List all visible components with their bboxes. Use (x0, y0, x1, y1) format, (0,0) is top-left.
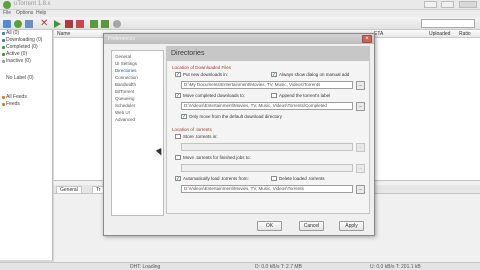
only-move-default-label: Only move from the default download dire… (189, 114, 283, 119)
panel-title: Directories (171, 50, 205, 57)
category-icon (2, 32, 5, 35)
upload-status: U: 0.0 kB/s T: 201.1 kB (370, 264, 421, 270)
category-ui-settings[interactable]: UI Settings (115, 61, 137, 66)
panel-header: Directories (167, 47, 369, 61)
category-icon (2, 53, 5, 56)
cancel-button[interactable]: Cancel (299, 221, 324, 231)
delete-loaded-label: Delete loaded .torrents (279, 176, 325, 181)
store-torrents-browse-button[interactable]: ... (356, 143, 365, 152)
menu-bar: File Options Help (0, 10, 480, 17)
sidebar-item-active[interactable]: Active (0) (6, 51, 27, 57)
store-torrents-path-input[interactable] (181, 143, 353, 151)
minimize-button[interactable] (424, 1, 437, 8)
column-ratio[interactable]: Ratio (459, 31, 471, 37)
move-completed-label: Move completed downloads to: (183, 93, 246, 98)
delete-loaded-checkbox[interactable] (271, 176, 277, 181)
column-uploaded[interactable]: Uploaded (429, 31, 450, 37)
sidebar-item-completed[interactable]: Completed (0) (6, 44, 38, 50)
download-status: D: 0.0 kB/s T: 2.7 MB (255, 264, 302, 270)
append-label-checkbox[interactable] (271, 93, 277, 98)
move-finished-label: Move .torrents for finished jobs to: (183, 155, 251, 160)
directories-panel: Directories Location of Downloaded Files… (166, 46, 370, 214)
column-eta[interactable]: ETA (374, 31, 383, 37)
move-finished-path-input[interactable] (181, 164, 353, 172)
rss-icon (2, 103, 5, 106)
downloaded-files-group-title: Location of Downloaded Files (172, 65, 232, 70)
add-torrent-icon[interactable] (3, 20, 11, 28)
category-advanced[interactable]: Advanced (115, 117, 135, 122)
stop-icon[interactable] (76, 20, 84, 28)
sidebar-item-all[interactable]: All (0) (6, 30, 19, 36)
category-scheduler[interactable]: Scheduler (115, 103, 135, 108)
dht-status: DHT: Loading (130, 264, 161, 270)
gear-icon[interactable] (113, 20, 121, 28)
menu-help[interactable]: Help (36, 10, 46, 16)
pause-icon[interactable] (65, 20, 73, 28)
apply-button[interactable]: Apply (339, 221, 364, 231)
autoload-label: Automatically load .torrents from: (183, 176, 249, 181)
add-url-icon[interactable] (14, 20, 22, 28)
tab-general[interactable]: General (56, 186, 82, 194)
store-torrents-checkbox[interactable] (175, 134, 181, 139)
status-bar: DHT: Loading D: 0.0 kB/s T: 2.7 MB U: 0.… (0, 262, 480, 270)
new-downloads-label: Put new downloads in: (183, 72, 229, 77)
create-torrent-icon[interactable] (25, 20, 33, 28)
move-finished-browse-button[interactable]: ... (356, 164, 365, 173)
sidebar-item-no-label[interactable]: No Label (0) (6, 75, 34, 81)
preferences-dialog: Preferences × General UI Settings Direct… (103, 33, 375, 236)
window-title: uTorrent 1.8.x (14, 1, 51, 7)
remove-icon[interactable]: ✕ (40, 19, 48, 29)
autoload-browse-button[interactable]: ... (356, 185, 365, 194)
torrents-group-title: Location of .torrents (172, 127, 212, 132)
always-show-checkbox[interactable]: ✓ (271, 72, 277, 78)
ok-button[interactable]: OK (257, 221, 282, 231)
autoload-path-input[interactable]: D:\Videos\Entertainment\Movies, TV, Musi… (181, 185, 353, 193)
always-show-label: Always show dialog on manual add (279, 72, 350, 77)
move-finished-checkbox[interactable] (175, 155, 181, 160)
only-move-default-checkbox[interactable]: ✓ (181, 114, 187, 120)
move-completed-path-input[interactable]: D:\Videos\Entertainment\Movies, TV, Musi… (181, 102, 353, 110)
category-connection[interactable]: Connection (115, 75, 138, 80)
category-icon (2, 39, 5, 42)
new-downloads-path-input[interactable]: D:\My Documents\Entertainment\Movies, TV… (181, 81, 353, 89)
category-list: General UI Settings Directories Connecti… (111, 50, 164, 216)
new-downloads-browse-button[interactable]: ... (356, 81, 365, 90)
sidebar-item-feeds[interactable]: Feeds (6, 101, 20, 107)
toolbar: ✕ (0, 17, 480, 30)
search-input[interactable] (421, 19, 475, 28)
move-up-icon[interactable] (90, 20, 98, 28)
category-icon (2, 60, 5, 63)
move-completed-checkbox[interactable]: ✓ (175, 93, 181, 99)
dialog-title-bar: Preferences × (104, 34, 374, 44)
move-down-icon[interactable] (101, 20, 109, 28)
sidebar-item-inactive[interactable]: Inactive (0) (6, 58, 31, 64)
sidebar-item-downloading[interactable]: Downloading (0) (6, 37, 42, 43)
category-bandwidth[interactable]: Bandwidth (115, 82, 136, 87)
move-completed-browse-button[interactable]: ... (356, 102, 365, 111)
dialog-title: Preferences (108, 36, 135, 42)
category-queueing[interactable]: Queueing (115, 96, 135, 101)
menu-options[interactable]: Options (16, 10, 33, 16)
category-web-ui[interactable]: Web UI (115, 110, 130, 115)
title-bar: uTorrent 1.8.x (0, 0, 480, 10)
category-sidebar: All (0) Downloading (0) Completed (0) Ac… (0, 30, 53, 260)
start-icon[interactable] (54, 20, 61, 28)
maximize-button[interactable] (441, 1, 454, 8)
category-directories[interactable]: Directories (115, 68, 137, 73)
menu-file[interactable]: File (3, 10, 11, 16)
window-close-button[interactable] (459, 1, 477, 8)
append-label-text: Append the torrent's label (279, 93, 331, 98)
app-logo-icon (3, 1, 11, 9)
store-torrents-label: Store .torrents in: (183, 134, 218, 139)
close-icon[interactable]: × (362, 35, 372, 43)
autoload-checkbox[interactable]: ✓ (175, 176, 181, 182)
category-icon (2, 46, 5, 49)
category-bittorrent[interactable]: BitTorrent (115, 89, 134, 94)
sidebar-item-all-feeds[interactable]: All Feeds (6, 94, 27, 100)
column-name[interactable]: Name (57, 31, 70, 37)
new-downloads-checkbox[interactable]: ✓ (175, 72, 181, 78)
category-general[interactable]: General (115, 54, 131, 59)
rss-icon (2, 96, 5, 99)
